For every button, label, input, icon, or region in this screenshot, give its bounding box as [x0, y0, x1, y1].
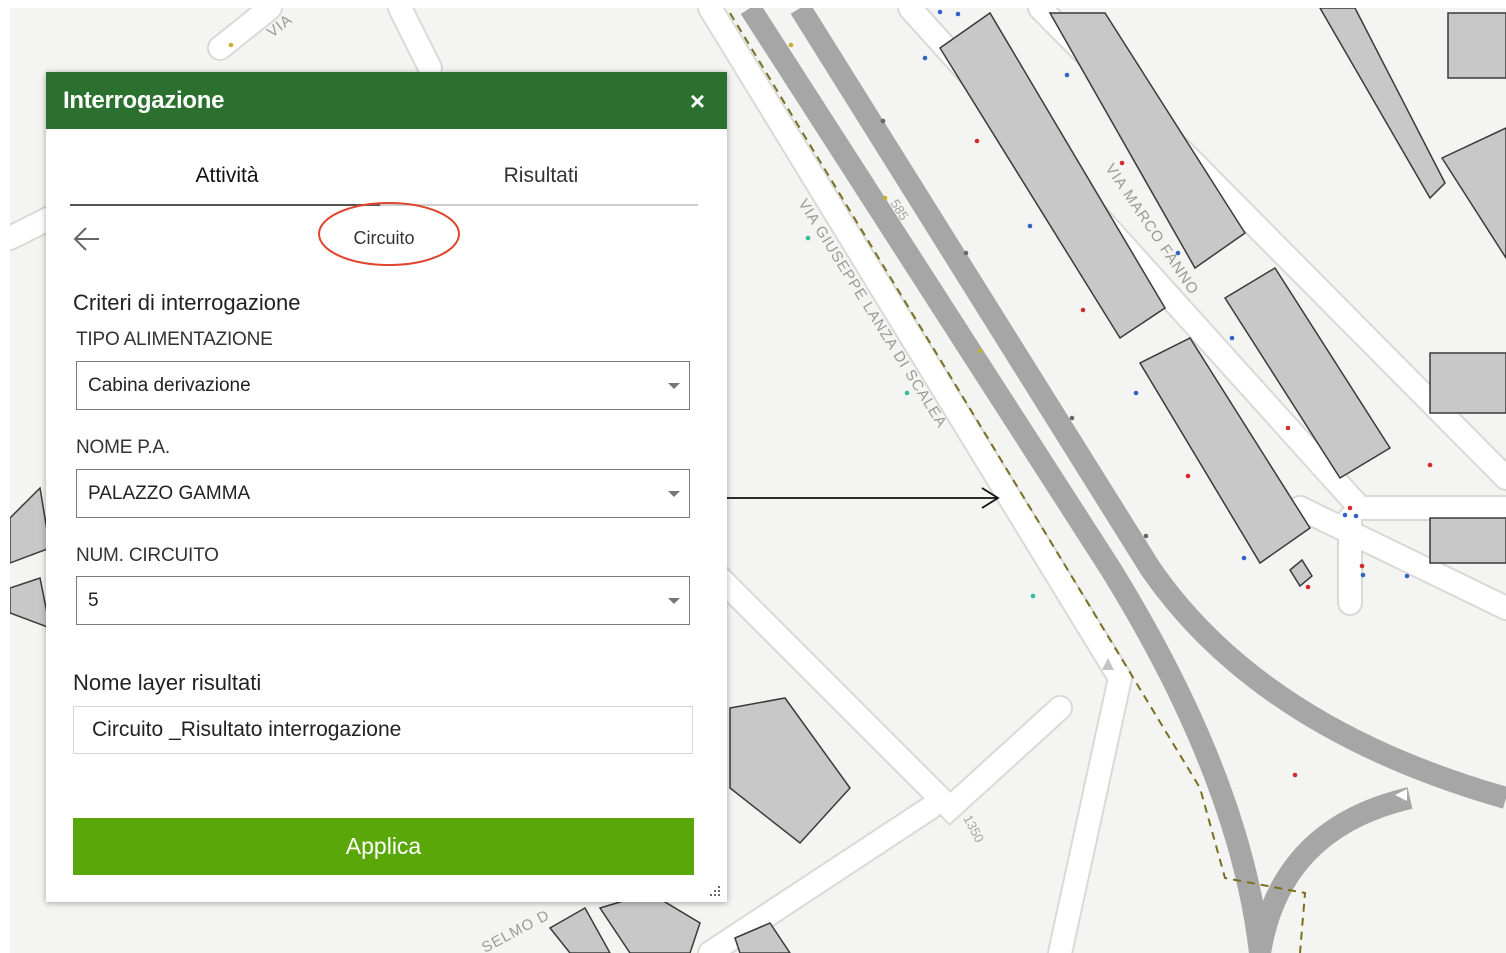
select-value: 5 — [88, 590, 99, 611]
result-layer-input[interactable]: Circuito _Risultato interrogazione — [73, 706, 693, 754]
tab-attivita[interactable]: Attività — [70, 164, 384, 188]
caret-down-icon — [668, 383, 680, 389]
caret-down-icon — [668, 598, 680, 604]
annotation-arrow — [703, 487, 1000, 509]
tab-bar: Attività Risultati — [70, 164, 698, 206]
select-tipo-alimentazione[interactable]: Cabina derivazione — [76, 361, 690, 410]
caret-down-icon — [668, 491, 680, 497]
panel-title: Interrogazione — [63, 86, 225, 114]
query-panel: Interrogazione × Attività Risultati Circ… — [46, 72, 727, 902]
field-label-num-circuito: NUM. CIRCUITO — [76, 545, 219, 566]
result-layer-title: Nome layer risultati — [73, 670, 262, 695]
field-label-tipo-alimentazione: TIPO ALIMENTAZIONE — [76, 329, 273, 350]
highlight-ellipse — [318, 202, 460, 266]
criteria-title: Criteri di interrogazione — [73, 290, 301, 315]
close-icon[interactable]: × — [690, 88, 705, 114]
field-label-nome-pa: NOME P.A. — [76, 437, 170, 458]
apply-button[interactable]: Applica — [73, 818, 694, 875]
tab-risultati[interactable]: Risultati — [384, 164, 698, 188]
road-number-1350: 1350 — [960, 812, 987, 845]
select-nome-pa[interactable]: PALAZZO GAMMA — [76, 469, 690, 518]
resize-handle-icon[interactable] — [707, 883, 721, 897]
select-value: Cabina derivazione — [88, 375, 251, 396]
street-label-selmo: SELMO D — [479, 907, 553, 953]
select-value: PALAZZO GAMMA — [88, 483, 251, 504]
panel-header: Interrogazione × — [46, 72, 727, 129]
select-num-circuito[interactable]: 5 — [76, 576, 690, 625]
